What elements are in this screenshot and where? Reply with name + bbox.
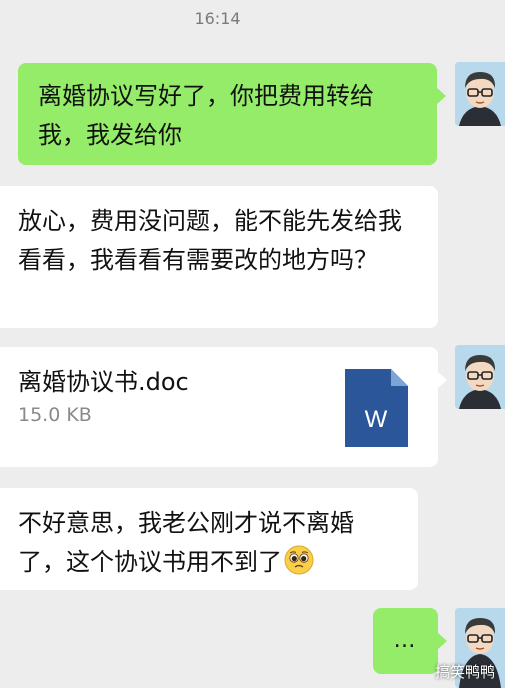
file-name: 离婚协议书.doc (18, 368, 189, 396)
message-bubble-received[interactable]: 不好意思，我老公刚才说不离婚了，这个协议书用不到了 (0, 488, 418, 590)
file-size: 15.0 KB (18, 404, 92, 426)
message-text: 放心，费用没问题，能不能先发给我看看，我看看有需要改的地方吗？ (18, 207, 402, 274)
word-icon-letter: W (365, 406, 388, 433)
file-message-bubble[interactable]: 离婚协议书.doc 15.0 KB W (0, 347, 447, 467)
message-bubble-sent[interactable]: … (373, 608, 447, 674)
avatar-icon (455, 345, 505, 409)
avatar[interactable] (455, 62, 505, 126)
bubble-tail (437, 632, 447, 650)
message-text: … (393, 628, 418, 653)
timestamp: 16:14 (194, 9, 241, 28)
word-document-icon: W (345, 369, 408, 447)
avatar[interactable] (455, 345, 505, 409)
message-text: 离婚协议写好了，你把费用转给我，我发给你 (38, 82, 374, 149)
watermark: 搞笑鸭鸭 (434, 663, 495, 681)
bubble-tail (436, 87, 446, 105)
avatar-icon (455, 62, 505, 126)
pleading-face-emoji-icon (284, 545, 314, 575)
bubble-tail (437, 371, 447, 389)
message-bubble-received[interactable]: 放心，费用没问题，能不能先发给我看看，我看看有需要改的地方吗？ (0, 186, 438, 328)
message-bubble-sent[interactable]: 离婚协议写好了，你把费用转给我，我发给你 (18, 63, 446, 165)
